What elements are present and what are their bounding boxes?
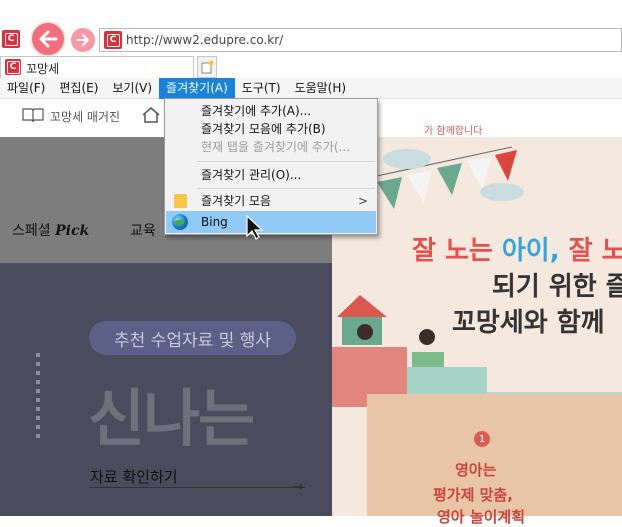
magazine-link[interactable]: 꼬망세 매거진 bbox=[50, 108, 120, 125]
menu-file[interactable]: 파일(F) bbox=[0, 78, 52, 99]
tab-title: 꼬망세 bbox=[26, 62, 60, 76]
menu-view[interactable]: 보기(V) bbox=[105, 78, 159, 99]
add-current-tabs-item[interactable]: 현재 탭을 즐겨찾기에 추가(... bbox=[166, 136, 376, 158]
menu-bar: 파일(F) 편집(E) 보기(V) 즐겨찾기(A) 도구(T) 도움말(H) bbox=[0, 78, 622, 99]
new-tab-button[interactable] bbox=[197, 56, 217, 78]
menu-favorites[interactable]: 즐겨찾기(A) bbox=[159, 78, 235, 99]
hero-headline-2: 되기 위한 즐 bbox=[492, 272, 622, 302]
hero-headline-3: 꼬망세와 함께 bbox=[452, 308, 605, 338]
menu-separator bbox=[197, 161, 375, 162]
number-badge: 1 bbox=[474, 431, 490, 447]
decor-dots bbox=[36, 353, 40, 443]
tab-favicon-icon: C bbox=[5, 59, 21, 75]
menu-help[interactable]: 도움말(H) bbox=[288, 78, 354, 99]
browser-logo-icon: C bbox=[2, 30, 20, 48]
nav-education[interactable]: 교육 bbox=[130, 220, 156, 240]
recommend-pill[interactable]: 추천 수업자료 및 행사 bbox=[89, 321, 296, 355]
nav-special-pick[interactable]: 스페셜 Pick bbox=[12, 220, 89, 240]
banner-top-text: 가 함께합니다 bbox=[424, 126, 483, 137]
globe-icon bbox=[172, 214, 188, 230]
menu-edit[interactable]: 편집(E) bbox=[52, 78, 105, 99]
url-text[interactable]: http://www2.edupre.co.kr/ bbox=[126, 33, 283, 47]
favorites-dropdown: 즐겨찾기에 추가(A)... 즐겨찾기 모음에 추가(B) 현재 탭을 즐겨찾기… bbox=[164, 98, 378, 235]
folder-icon bbox=[174, 194, 187, 208]
promo-big-text: 신나는 bbox=[88, 382, 255, 455]
back-button[interactable] bbox=[30, 21, 66, 57]
site-favicon-icon: C bbox=[104, 31, 122, 49]
card-line-1: 영아는 bbox=[455, 461, 497, 479]
tab-active[interactable]: C 꼬망세 bbox=[0, 56, 194, 78]
menu-tools[interactable]: 도구(T) bbox=[235, 78, 288, 99]
book-icon[interactable] bbox=[21, 107, 45, 126]
hero-headline-1: 잘 노는 아이, 잘 노 bbox=[412, 236, 622, 266]
card-line-3: 영아 놀이계획 bbox=[437, 508, 526, 526]
card-line-2: 평가제 맞춤, bbox=[433, 486, 513, 504]
favorites-bar-submenu[interactable]: 즐겨찾기 모음 > bbox=[166, 190, 376, 212]
menu-separator bbox=[197, 188, 375, 189]
arrow-right-icon: → bbox=[292, 479, 304, 495]
forward-button[interactable] bbox=[71, 28, 95, 52]
new-tab-icon bbox=[201, 60, 214, 74]
mouse-cursor-icon bbox=[246, 215, 264, 240]
home-icon[interactable] bbox=[141, 106, 161, 127]
arrow-left-icon bbox=[39, 30, 58, 48]
bing-item[interactable]: Bing bbox=[166, 211, 376, 233]
arrow-right-icon bbox=[76, 34, 89, 46]
chevron-right-icon: > bbox=[357, 194, 368, 208]
address-bar[interactable]: C http://www2.edupre.co.kr/ bbox=[99, 28, 622, 52]
confirm-underline bbox=[90, 487, 305, 488]
organize-favorites-item[interactable]: 즐겨찾기 관리(O)... bbox=[166, 164, 376, 186]
confirm-link[interactable]: 자료 확인하기 bbox=[90, 466, 178, 487]
